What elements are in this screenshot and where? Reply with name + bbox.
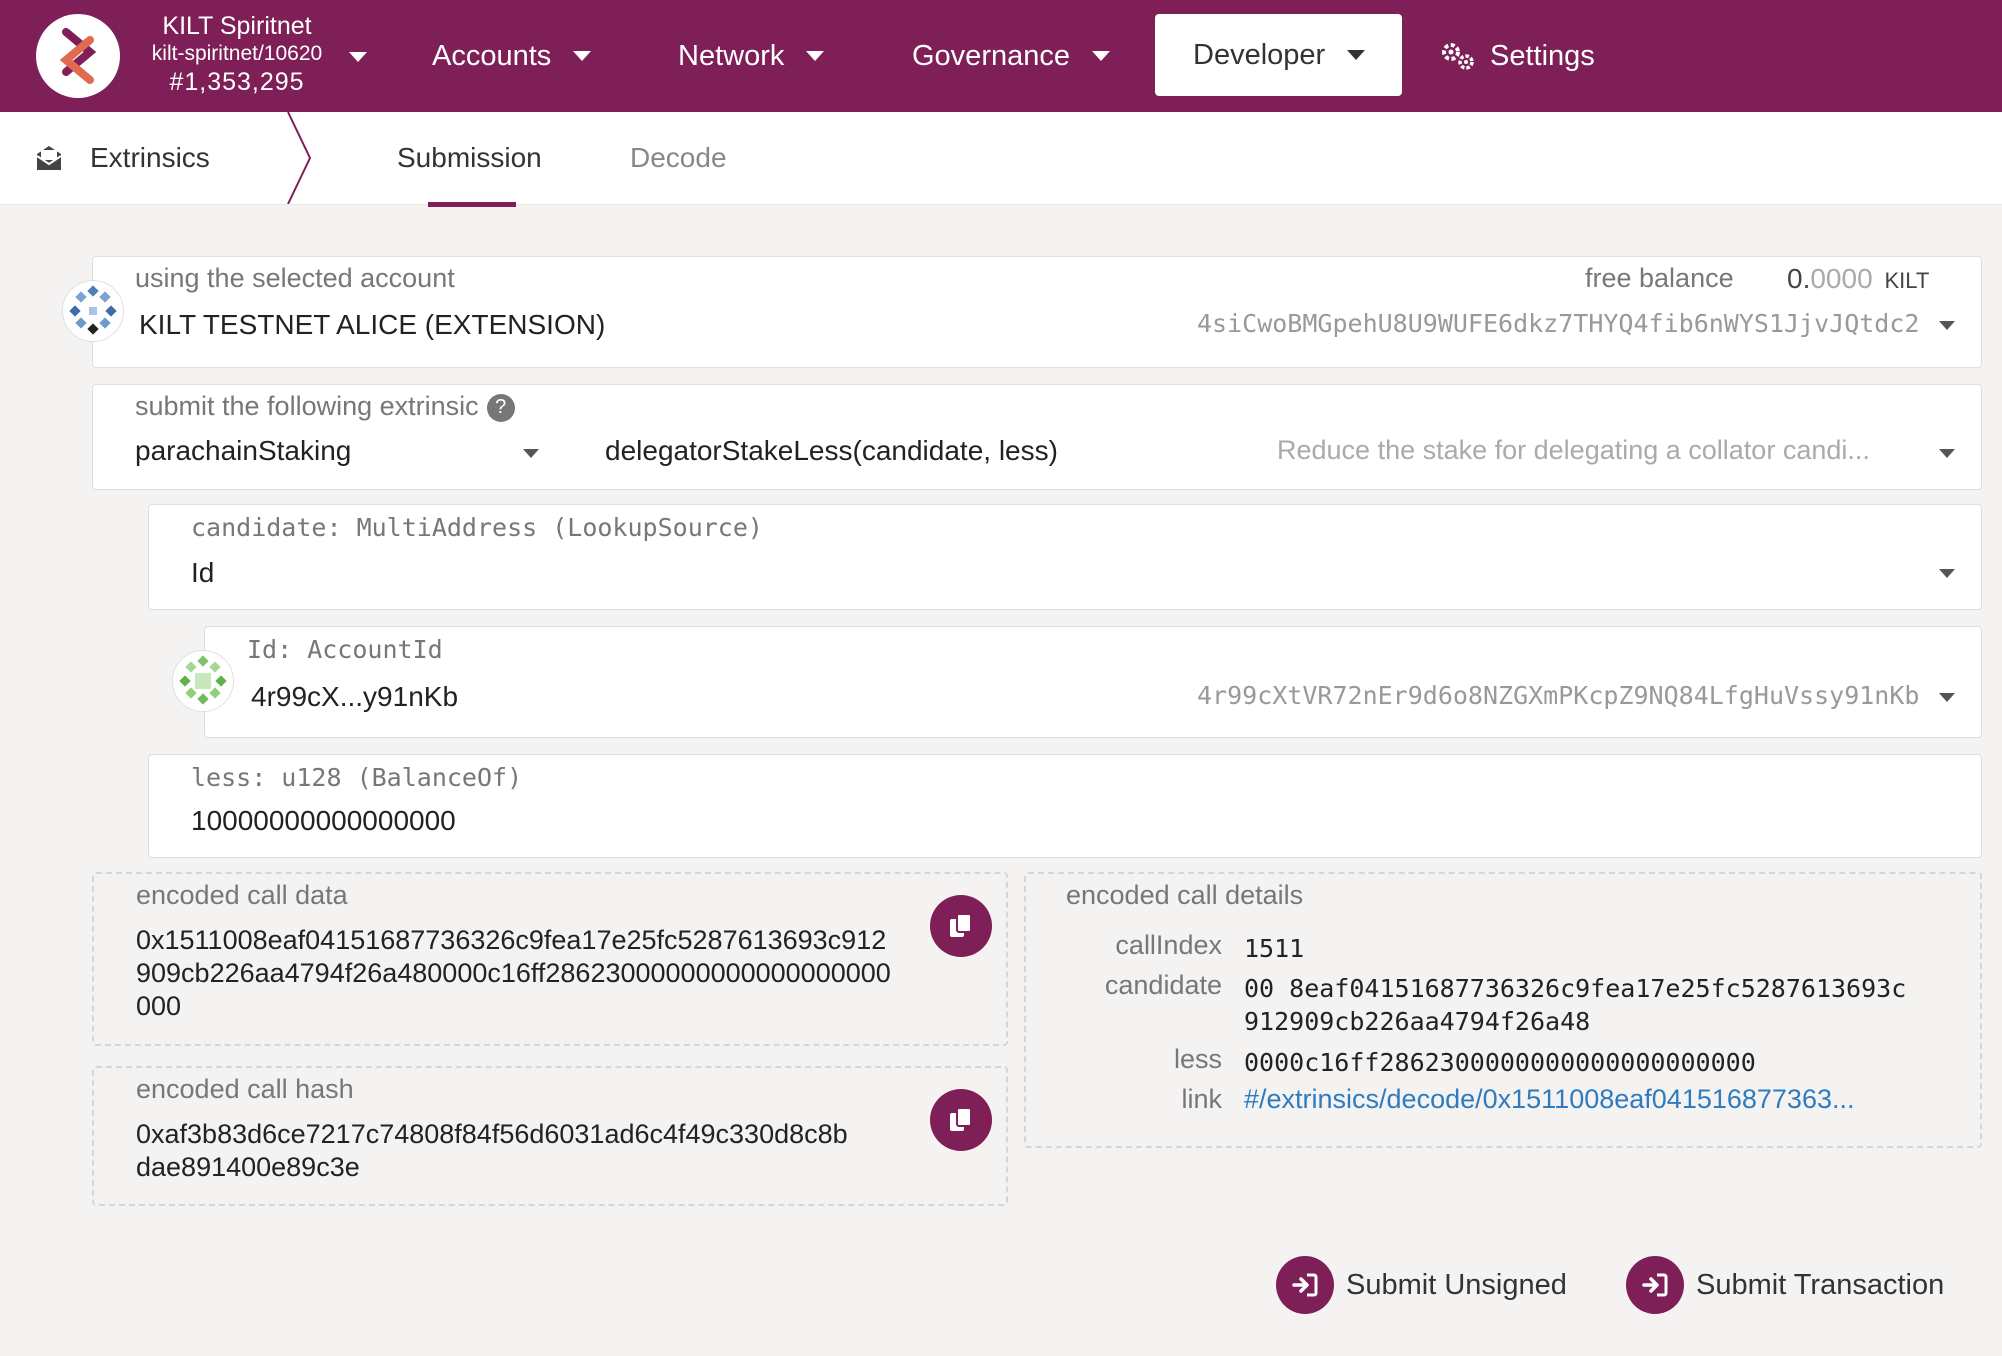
chain-version: kilt-spiritnet/10620 [151,42,323,65]
encoded-call-hash-box: encoded call hash 0xaf3b83d6ce7217c74808… [92,1066,1008,1206]
section-title: Extrinsics [34,112,210,204]
tab-bar: Extrinsics Submission Decode [0,112,2002,205]
balance-fraction: 0000 [1810,263,1873,294]
less-encoded-value: 0000c16ff2862300000000000000000000 [1244,1048,1756,1077]
method-select[interactable]: delegatorStakeLess(candidate, less) [605,435,1058,467]
help-icon[interactable]: ? [486,393,515,422]
sign-in-icon [1626,1256,1684,1314]
candidate-value: Id [191,557,215,588]
account-address: 4siCwoBMGpehU8U9WUFE6dkz7THYQ4fib6nWYS1J… [1197,309,1920,338]
encoded-call-data-value: 0x1511008eaf04151687736326c9fea17e25fc52… [136,924,966,1023]
menu-settings[interactable]: Settings [1440,0,1595,112]
candidate-label: candidate: MultiAddress (LookupSource) [191,513,763,542]
section-title-label: Extrinsics [90,142,210,173]
menu-governance-label: Governance [912,39,1070,72]
less-param[interactable]: less: u128 (BalanceOf) 10000000000000000 [148,754,1982,858]
call-index-key: callIndex [1115,930,1222,960]
account-id-param[interactable]: Id: AccountId 4r99cX...y91nKb 4r99cXtVR7… [204,626,1982,738]
account-id-label: Id: AccountId [247,635,443,664]
submit-unsigned-label: Submit Unsigned [1346,1268,1567,1301]
less-label: less: u128 (BalanceOf) [191,763,523,792]
less-key: less [1173,1044,1222,1074]
submit-unsigned-button[interactable]: Submit Unsigned [1276,1255,1567,1315]
active-tab-indicator [428,202,516,207]
free-balance-value: 0.0000 KILT [1787,263,1929,295]
submit-transaction-button[interactable]: Submit Transaction [1626,1255,1944,1315]
less-value: 10000000000000000 [191,805,456,836]
kilt-logo-icon[interactable] [36,14,120,98]
encoded-call-data-line: 0x1511008eaf04151687736326c9fea17e25fc52… [136,925,887,955]
chevron-down-icon [573,51,592,61]
link-key: link [1181,1084,1222,1114]
encoded-call-data-line: 909cb226aa4794f26a480000c16ff28623000000… [136,958,891,988]
submit-transaction-label: Submit Transaction [1696,1268,1945,1301]
encoded-call-hash-line: dae891400e89c3e [136,1152,360,1182]
copy-call-hash-button[interactable] [930,1089,992,1151]
account-name: KILT TESTNET ALICE (EXTENSION) [139,309,606,340]
menu-network-label: Network [678,39,785,72]
account-id-short: 4r99cX...y91nKb [251,681,459,712]
block-number: #1,353,295 [169,68,305,96]
encoded-call-data-label: encoded call data [136,880,348,910]
account-selector[interactable]: using the selected account KILT TESTNET … [92,256,1982,368]
copy-icon [950,913,972,937]
menu-accounts[interactable]: Accounts [432,0,592,112]
chevron-down-icon [806,51,825,61]
sign-in-icon [1276,1256,1334,1314]
breadcrumb-separator [287,112,312,204]
gears-icon [1442,43,1474,70]
candidate-encoded-line: 912909cb226aa4794f26a48 [1244,1007,1591,1036]
chain-name: KILT Spiritnet [162,12,312,40]
candidate-encoded-value: 00 8eaf04151687736326c9fea17e25fc5287613… [1244,972,1906,1038]
menu-network[interactable]: Network [678,0,825,112]
chevron-down-icon [1347,50,1366,60]
account-identicon [62,280,124,342]
call-index-value: 1511 [1244,934,1305,963]
tab-submission[interactable]: Submission [397,112,542,204]
extrinsic-label: submit the following extrinsic? [135,391,515,422]
encoded-call-details-box: encoded call details callIndex 1511 cand… [1024,872,1982,1148]
menu-developer-label: Developer [1193,38,1326,71]
pallet-chevron-down-icon[interactable] [523,449,539,458]
menu-governance[interactable]: Governance [912,0,1110,112]
balance-unit: KILT [1884,268,1930,293]
chevron-down-icon [1092,51,1110,61]
balance-integer: 0. [1787,263,1811,294]
chain-info[interactable]: KILT Spiritnet kilt-spiritnet/10620 #1,3… [132,12,342,96]
top-navigation-bar: KILT Spiritnet kilt-spiritnet/10620 #1,3… [0,0,2002,112]
menu-accounts-label: Accounts [432,39,552,72]
copy-icon [950,1107,972,1131]
encoded-call-data-line: 000 [136,991,182,1021]
encoded-call-hash-label: encoded call hash [136,1074,354,1104]
chevron-down-icon [1939,569,1955,578]
chevron-down-icon [1939,321,1955,330]
copy-call-data-button[interactable] [930,895,992,957]
candidate-identicon [172,650,234,712]
tab-decode[interactable]: Decode [630,112,727,204]
chevron-down-icon [1939,693,1955,702]
method-description: Reduce the stake for delegating a collat… [1277,435,1870,465]
account-id-address: 4r99cXtVR72nEr9d6o8NZGXmPKcpZ9NQ84LfgHuV… [1197,681,1920,710]
free-balance-label: free balance [1585,263,1734,293]
encoded-call-details-label: encoded call details [1066,880,1304,910]
encoded-call-data-box: encoded call data 0x1511008eaf0415168773… [92,872,1008,1046]
account-label: using the selected account [135,263,455,293]
extrinsic-selector: submit the following extrinsic? parachai… [92,384,1982,490]
method-chevron-down-icon[interactable] [1939,449,1955,458]
menu-settings-label: Settings [1490,39,1595,72]
candidate-encoded-line: 00 8eaf04151687736326c9fea17e25fc5287613… [1244,974,1907,1003]
encoded-call-hash-value: 0xaf3b83d6ce7217c74808f84f56d6031ad6c4f4… [136,1118,936,1184]
encoded-call-hash-line: 0xaf3b83d6ce7217c74808f84f56d6031ad6c4f4… [136,1119,848,1149]
candidate-key: candidate [1104,970,1222,1000]
pallet-select[interactable]: parachainStaking [135,435,351,467]
envelope-icon [36,146,62,170]
decode-link[interactable]: #/extrinsics/decode/0x1511008eaf04151687… [1244,1084,1854,1115]
chain-chevron-down-icon[interactable] [348,51,368,63]
candidate-param[interactable]: candidate: MultiAddress (LookupSource) I… [148,504,1982,610]
extrinsic-label-text: submit the following extrinsic [135,391,479,421]
menu-developer[interactable]: Developer [1155,14,1402,96]
